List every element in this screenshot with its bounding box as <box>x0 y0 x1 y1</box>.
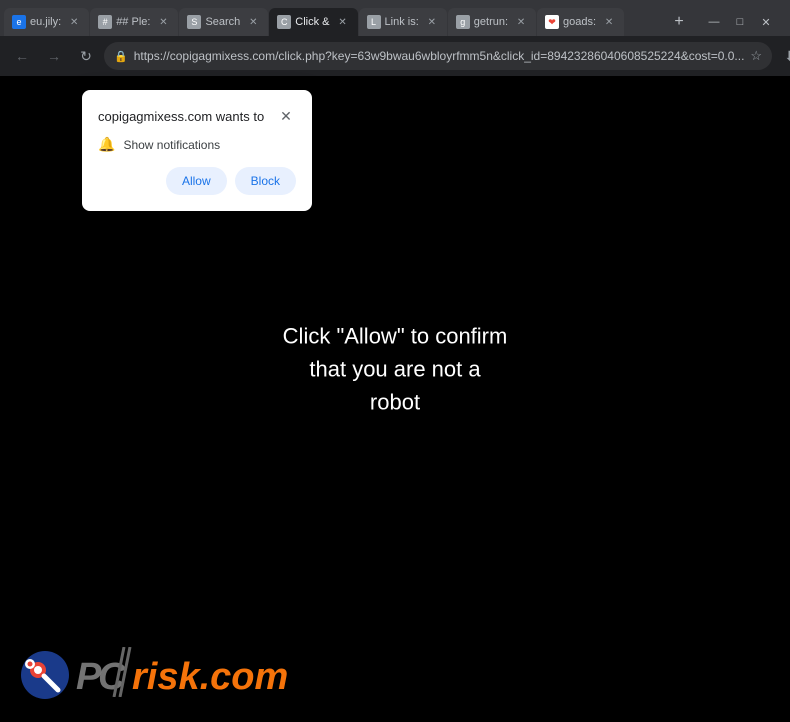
tab-label-3: Search <box>205 16 240 28</box>
svg-text:risk.com: risk.com <box>132 656 288 697</box>
allow-button[interactable]: Allow <box>166 167 227 195</box>
tab-favicon-4: C <box>277 15 291 29</box>
window-controls: — □ ✕ <box>694 8 786 36</box>
address-bar[interactable]: 🔒 https://copigagmixess.com/click.php?ke… <box>104 42 772 70</box>
tab-favicon-1: e <box>12 15 26 29</box>
new-tab-button[interactable]: + <box>665 8 693 36</box>
popup-buttons: Allow Block <box>98 167 296 195</box>
download-button[interactable]: ⬇ <box>776 42 790 70</box>
tab-bar: e eu.jily: ✕ # ## Ple: ✕ S Search ✕ C Cl… <box>0 0 790 36</box>
bookmark-star-icon[interactable]: ☆ <box>750 48 762 64</box>
watermark-text: P C risk.com <box>76 647 376 702</box>
tab-label-4: Click & <box>295 16 329 28</box>
tab-label-2: ## Ple: <box>116 16 150 28</box>
tab-close-3[interactable]: ✕ <box>246 15 260 29</box>
popup-header: copigagmixess.com wants to ✕ <box>98 106 296 126</box>
tab-search[interactable]: S Search ✕ <box>179 8 268 36</box>
notification-popup: copigagmixess.com wants to ✕ 🔔 Show noti… <box>82 90 312 211</box>
tab-link[interactable]: L Link is: ✕ <box>359 8 447 36</box>
tab-label-7: goads: <box>563 16 596 28</box>
tab-close-7[interactable]: ✕ <box>602 15 616 29</box>
tab-click-active[interactable]: C Click & ✕ <box>269 8 357 36</box>
tab-close-4[interactable]: ✕ <box>336 15 350 29</box>
minimize-button[interactable]: — <box>702 10 726 34</box>
tab-label-6: getrun: <box>474 16 508 28</box>
reload-button[interactable]: ↻ <box>72 42 100 70</box>
forward-button[interactable]: → <box>40 42 68 70</box>
page-content: copigagmixess.com wants to ✕ 🔔 Show noti… <box>0 76 790 722</box>
notification-label: Show notifications <box>123 138 220 152</box>
page-main-text: Click "Allow" to confirmthat you are not… <box>283 320 508 419</box>
back-button[interactable]: ← <box>8 42 36 70</box>
pcrisk-text-logo: P C risk.com <box>76 647 376 697</box>
tab-favicon-6: g <box>456 15 470 29</box>
lock-icon: 🔒 <box>114 50 128 63</box>
tab-favicon-5: L <box>367 15 381 29</box>
tab-goads[interactable]: ❤ goads: ✕ <box>537 8 624 36</box>
block-button[interactable]: Block <box>235 167 296 195</box>
popup-close-button[interactable]: ✕ <box>276 106 296 126</box>
tab-eu-jily[interactable]: e eu.jily: ✕ <box>4 8 89 36</box>
browser-toolbar: ← → ↻ 🔒 https://copigagmixess.com/click.… <box>0 36 790 76</box>
browser-frame: e eu.jily: ✕ # ## Ple: ✕ S Search ✕ C Cl… <box>0 0 790 722</box>
tab-close-2[interactable]: ✕ <box>156 15 170 29</box>
url-text: https://copigagmixess.com/click.php?key=… <box>134 49 745 63</box>
popup-title: copigagmixess.com wants to <box>98 109 264 124</box>
tab-ple[interactable]: # ## Ple: ✕ <box>90 8 178 36</box>
tab-close-6[interactable]: ✕ <box>514 15 528 29</box>
tab-close-5[interactable]: ✕ <box>425 15 439 29</box>
maximize-button[interactable]: □ <box>728 10 752 34</box>
tab-label-1: eu.jily: <box>30 16 61 28</box>
main-text-content: Click "Allow" to confirmthat you are not… <box>283 324 508 415</box>
bell-icon: 🔔 <box>98 136 115 153</box>
window-close-button[interactable]: ✕ <box>754 10 778 34</box>
tab-getrun[interactable]: g getrun: ✕ <box>448 8 536 36</box>
tab-close-1[interactable]: ✕ <box>67 15 81 29</box>
popup-notification-row: 🔔 Show notifications <box>98 136 296 153</box>
pcrisk-logo-icon <box>20 650 70 700</box>
watermark: P C risk.com <box>20 647 376 702</box>
tab-label-5: Link is: <box>385 16 419 28</box>
tab-favicon-7: ❤ <box>545 15 559 29</box>
toolbar-right: ⬇ 👤 ⋮ <box>776 42 790 70</box>
tab-favicon-3: S <box>187 15 201 29</box>
tab-favicon-2: # <box>98 15 112 29</box>
